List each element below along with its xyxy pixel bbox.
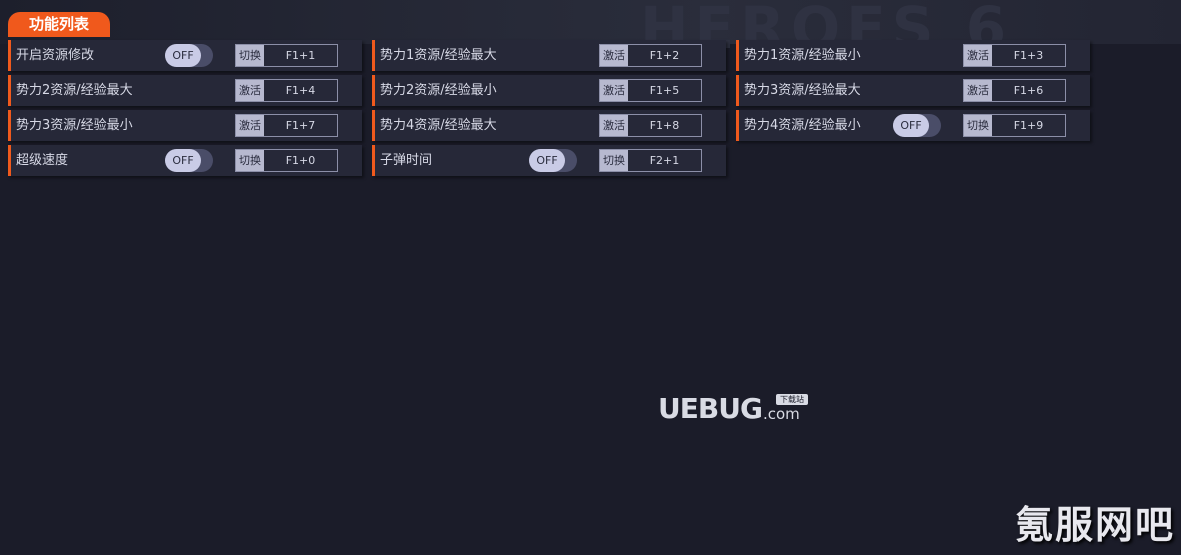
hotkey-field[interactable]: 切换 F1+9 (963, 114, 1066, 137)
corner-watermark: 氪服网吧 (1014, 503, 1175, 547)
hotkey-binding[interactable]: F1+3 (992, 45, 1065, 66)
feature-row: 势力1资源/经验最小 激活 F1+3 (736, 40, 1090, 71)
hotkey-action-button[interactable]: 切换 (236, 150, 264, 171)
feature-toggle-switch[interactable]: OFF (165, 149, 213, 172)
watermark-suffix: .com (762, 405, 800, 423)
feature-label: 子弹时间 (380, 153, 433, 168)
hotkey-binding[interactable]: F1+9 (992, 115, 1065, 136)
feature-label: 势力4资源/经验最小 (744, 118, 861, 133)
hotkey-binding[interactable]: F1+0 (264, 150, 337, 171)
hotkey-action-button[interactable]: 切换 (964, 115, 992, 136)
feature-label: 势力2资源/经验最小 (380, 83, 497, 98)
hotkey-action-button[interactable]: 激活 (600, 80, 628, 101)
feature-label: 势力2资源/经验最大 (16, 83, 133, 98)
watermark-badge: 下载站 (776, 394, 808, 405)
feature-label: 势力1资源/经验最小 (744, 48, 861, 63)
hotkey-binding[interactable]: F1+6 (992, 80, 1065, 101)
hotkey-action-button[interactable]: 激活 (600, 115, 628, 136)
feature-row: 子弹时间 OFF 切换 F2+1 (372, 145, 726, 176)
hotkey-binding[interactable]: F1+7 (264, 115, 337, 136)
hotkey-action-button[interactable]: 激活 (964, 45, 992, 66)
feature-label: 势力3资源/经验最大 (744, 83, 861, 98)
feature-toggle-switch[interactable]: OFF (165, 44, 213, 67)
hotkey-binding[interactable]: F1+1 (264, 45, 337, 66)
hotkey-action-button[interactable]: 激活 (600, 45, 628, 66)
feature-label: 开启资源修改 (16, 48, 95, 63)
hotkey-action-button[interactable]: 激活 (236, 80, 264, 101)
feature-row: 势力1资源/经验最大 激活 F1+2 (372, 40, 726, 71)
watermark-main-text: UEBUG (658, 392, 763, 425)
hotkey-binding[interactable]: F1+4 (264, 80, 337, 101)
hotkey-field[interactable]: 激活 F1+6 (963, 79, 1066, 102)
hotkey-field[interactable]: 切换 F1+0 (235, 149, 338, 172)
hotkey-field[interactable]: 激活 F1+8 (599, 114, 702, 137)
toggle-state-label: OFF (165, 44, 201, 67)
feature-toggle-switch[interactable]: OFF (529, 149, 577, 172)
toggle-state-label: OFF (529, 149, 565, 172)
feature-row: 势力4资源/经验最大 激活 F1+8 (372, 110, 726, 141)
hotkey-action-button[interactable]: 切换 (600, 150, 628, 171)
hotkey-field[interactable]: 切换 F2+1 (599, 149, 702, 172)
feature-row: 势力3资源/经验最小 激活 F1+7 (8, 110, 362, 141)
hotkey-binding[interactable]: F1+5 (628, 80, 701, 101)
hotkey-action-button[interactable]: 切换 (236, 45, 264, 66)
hotkey-field[interactable]: 切换 F1+1 (235, 44, 338, 67)
hotkey-field[interactable]: 激活 F1+3 (963, 44, 1066, 67)
hotkey-field[interactable]: 激活 F1+7 (235, 114, 338, 137)
hotkey-field[interactable]: 激活 F1+5 (599, 79, 702, 102)
hotkey-binding[interactable]: F2+1 (628, 150, 701, 171)
hotkey-field[interactable]: 激活 F1+2 (599, 44, 702, 67)
feature-label: 超级速度 (16, 153, 69, 168)
feature-toggle-switch[interactable]: OFF (893, 114, 941, 137)
feature-list-tab: 功能列表 (8, 12, 110, 37)
feature-row: 超级速度 OFF 切换 F1+0 (8, 145, 362, 176)
hotkey-action-button[interactable]: 激活 (236, 115, 264, 136)
feature-row: 势力2资源/经验最小 激活 F1+5 (372, 75, 726, 106)
uebug-watermark: UEBUG .com 下载站 (658, 392, 808, 425)
feature-row: 势力4资源/经验最小 OFF 切换 F1+9 (736, 110, 1090, 141)
hotkey-binding[interactable]: F1+2 (628, 45, 701, 66)
toggle-state-label: OFF (165, 149, 201, 172)
feature-label: 势力1资源/经验最大 (380, 48, 497, 63)
feature-row: 势力3资源/经验最大 激活 F1+6 (736, 75, 1090, 106)
feature-row: 开启资源修改 OFF 切换 F1+1 (8, 40, 362, 71)
hotkey-field[interactable]: 激活 F1+4 (235, 79, 338, 102)
hotkey-action-button[interactable]: 激活 (964, 80, 992, 101)
feature-label: 势力3资源/经验最小 (16, 118, 133, 133)
toggle-state-label: OFF (893, 114, 929, 137)
background-banner: HEROES 6 (0, 0, 1181, 62)
feature-label: 势力4资源/经验最大 (380, 118, 497, 133)
feature-row: 势力2资源/经验最大 激活 F1+4 (8, 75, 362, 106)
hotkey-binding[interactable]: F1+8 (628, 115, 701, 136)
